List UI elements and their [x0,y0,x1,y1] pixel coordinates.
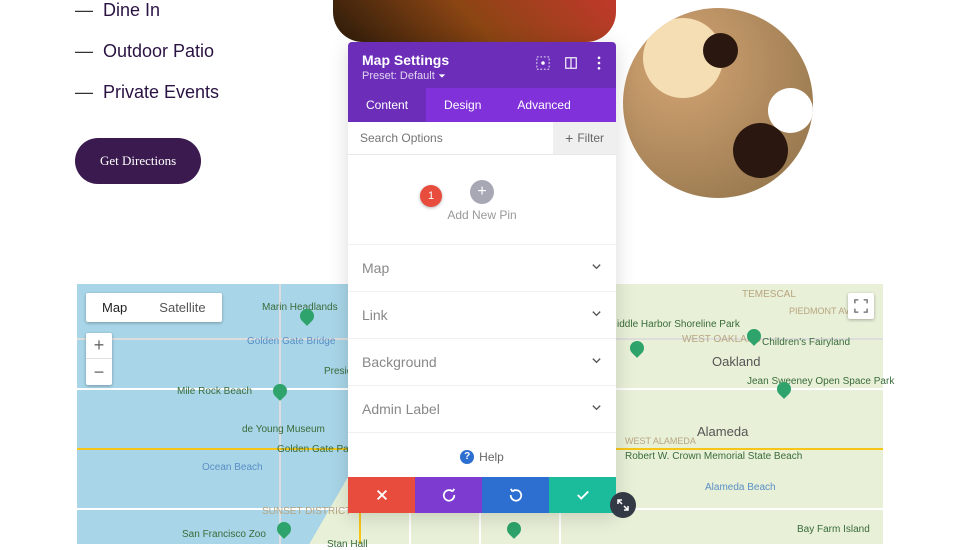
callout-badge: 1 [420,185,442,207]
map-settings-modal: Map Settings Preset: Default Content Des… [348,42,616,513]
menu-icon[interactable] [592,56,606,70]
cancel-button[interactable] [348,477,415,513]
zoom-in-button[interactable]: + [86,333,112,359]
close-icon [375,488,389,502]
section-map[interactable]: Map [348,244,616,291]
modal-header[interactable]: Map Settings Preset: Default [348,42,616,88]
chevron-down-icon [591,353,602,371]
bullet-private-events: —Private Events [75,82,325,103]
tab-design[interactable]: Design [426,88,499,122]
help-icon: ? [460,450,474,464]
save-button[interactable] [549,477,616,513]
section-background[interactable]: Background [348,338,616,385]
redo-button[interactable] [482,477,549,513]
undo-button[interactable] [415,477,482,513]
fullscreen-button[interactable] [848,293,874,319]
expand-handle[interactable] [610,492,636,518]
add-pin-button[interactable]: + [470,180,494,204]
responsive-icon[interactable] [564,56,578,70]
help-link[interactable]: ? Help [460,450,504,464]
chevron-down-icon [591,259,602,277]
map-tab-satellite[interactable]: Satellite [143,293,221,322]
hover-options-icon[interactable] [536,56,550,70]
check-icon [576,488,590,502]
chevron-down-icon [438,72,446,80]
zoom-controls: + − [86,333,112,385]
redo-icon [509,488,523,502]
undo-icon [442,488,456,502]
tab-advanced[interactable]: Advanced [499,88,588,122]
add-pin-label: Add New Pin [348,208,616,222]
chevron-down-icon [591,400,602,418]
expand-icon [617,499,629,511]
hero-food-image [333,0,616,42]
tab-content[interactable]: Content [348,88,426,122]
filter-button[interactable]: +Filter [553,122,616,154]
food-circle-image [623,8,813,198]
section-admin-label[interactable]: Admin Label [348,385,616,432]
section-link[interactable]: Link [348,291,616,338]
map-type-tabs: Map Satellite [86,293,222,322]
map-tab-map[interactable]: Map [86,293,143,322]
search-input[interactable] [348,122,553,154]
modal-tabs: Content Design Advanced [348,88,616,122]
zoom-out-button[interactable]: − [86,359,112,385]
get-directions-button[interactable]: Get Directions [75,138,201,184]
bullet-dine-in: —Dine In [75,0,325,21]
chevron-down-icon [591,306,602,324]
fullscreen-icon [854,299,868,313]
action-bar [348,477,616,513]
bullet-outdoor-patio: —Outdoor Patio [75,41,325,62]
preset-dropdown[interactable]: Preset: Default [362,70,602,82]
